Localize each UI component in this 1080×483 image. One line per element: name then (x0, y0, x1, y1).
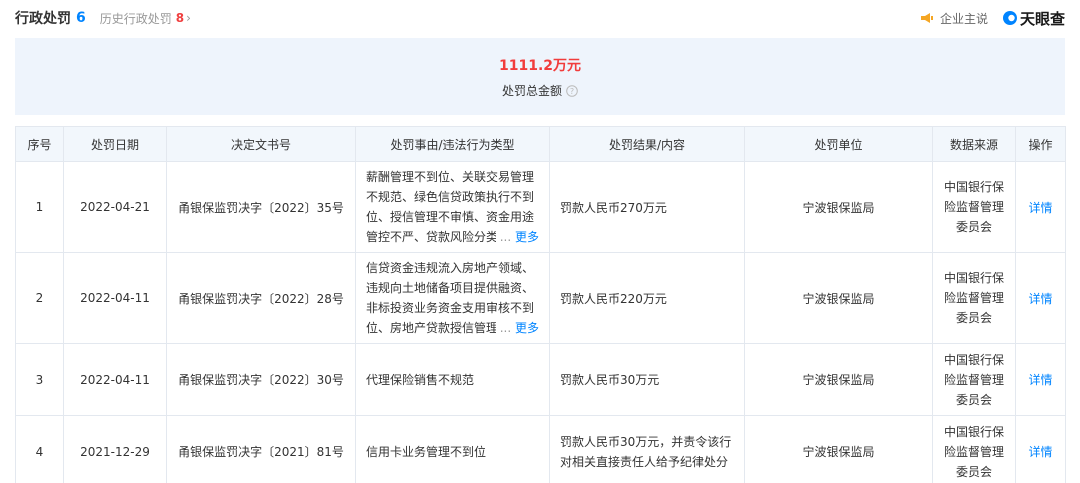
col-header-date: 处罚日期 (63, 126, 167, 162)
megaphone-icon (920, 13, 933, 23)
chevron-right-icon: › (186, 11, 191, 25)
row-index: 1 (15, 161, 64, 253)
brand-label: 天眼查 (1019, 9, 1065, 28)
row-index: 2 (15, 252, 64, 344)
col-header-reason: 处罚事由/违法行为类型 (355, 126, 550, 162)
row-index: 4 (15, 415, 64, 483)
row-result: 罚款人民币220万元 (549, 252, 745, 344)
section-title: 行政处罚 (15, 11, 71, 27)
row-unit: 宁波银保监局 (744, 343, 933, 416)
row-source: 中国银行保险监督管理委员会 (932, 415, 1016, 483)
section-header: 行政处罚 6 历史行政处罚 8 › 企业主说 天眼查 (15, 0, 1065, 36)
history-count: 8 (175, 11, 185, 25)
svg-text:?: ? (570, 87, 574, 96)
row-unit: 宁波银保监局 (744, 161, 933, 253)
penalty-summary: 1111.2万元 处罚总金额 ? (15, 38, 1065, 115)
question-circle-icon[interactable]: ? (566, 84, 578, 97)
table-row: 3 2022-04-11 甬银保监罚决字〔2022〕30号 代理保险销售不规范 … (15, 343, 1066, 416)
row-reason-more-link[interactable]: 更多 (515, 230, 539, 244)
row-date: 2022-04-21 (63, 161, 167, 253)
tianyancha-logo: 天眼查 (1002, 8, 1065, 29)
row-result: 罚款人民币30万元 (549, 343, 745, 416)
row-reason-ellipsis: ... (499, 321, 512, 335)
row-detail-cell: 详情 (1015, 343, 1066, 416)
row-date: 2022-04-11 (63, 343, 167, 416)
table-row: 2 2022-04-11 甬银保监罚决字〔2022〕28号 信贷资金违规流入房地… (15, 252, 1066, 344)
col-header-action: 操作 (1015, 126, 1066, 162)
history-penalties-link[interactable]: 历史行政处罚 8 › (100, 10, 191, 27)
row-detail-link[interactable]: 详情 (1028, 292, 1052, 306)
row-reason: 信贷资金违规流入房地产领域、违规向土地储备项目提供融资、非标投资业务资金支用审核… (355, 252, 550, 344)
table-row: 1 2022-04-21 甬银保监罚决字〔2022〕35号 薪酬管理不到位、关联… (15, 161, 1066, 253)
row-doc: 甬银保监罚决字〔2022〕28号 (166, 252, 356, 344)
section-count: 6 (76, 10, 86, 26)
col-header-source: 数据来源 (932, 126, 1016, 162)
row-date: 2022-04-11 (63, 252, 167, 344)
row-unit: 宁波银保监局 (744, 415, 933, 483)
row-doc: 甬银保监罚决字〔2022〕30号 (166, 343, 356, 416)
row-detail-cell: 详情 (1015, 415, 1066, 483)
penalty-table: 序号 处罚日期 决定文书号 处罚事由/违法行为类型 处罚结果/内容 处罚单位 数… (15, 126, 1066, 483)
row-source: 中国银行保险监督管理委员会 (932, 252, 1016, 344)
row-index: 3 (15, 343, 64, 416)
col-header-doc: 决定文书号 (166, 126, 356, 162)
table-header-row: 序号 处罚日期 决定文书号 处罚事由/违法行为类型 处罚结果/内容 处罚单位 数… (15, 126, 1066, 162)
row-reason-ellipsis: ... (499, 230, 512, 244)
company-claim-button[interactable]: 企业主说 (920, 10, 988, 27)
row-detail-link[interactable]: 详情 (1028, 445, 1052, 459)
row-detail-link[interactable]: 详情 (1028, 201, 1052, 215)
row-reason-more-link[interactable]: 更多 (515, 321, 539, 335)
row-source: 中国银行保险监督管理委员会 (932, 343, 1016, 416)
row-source: 中国银行保险监督管理委员会 (932, 161, 1016, 253)
total-amount-label: 处罚总金额 (501, 84, 562, 98)
col-header-index: 序号 (15, 126, 64, 162)
row-reason: 薪酬管理不到位、关联交易管理不规范、绿色信贷政策执行不到位、授信管理不审慎、资金… (355, 161, 550, 253)
row-detail-cell: 详情 (1015, 252, 1066, 344)
row-reason: 代理保险销售不规范 (355, 343, 550, 416)
history-label: 历史行政处罚 (99, 11, 172, 26)
col-header-result: 处罚结果/内容 (549, 126, 745, 162)
tianyancha-logo-icon (1002, 11, 1017, 25)
row-detail-link[interactable]: 详情 (1028, 373, 1052, 387)
row-detail-cell: 详情 (1015, 161, 1066, 253)
row-result: 罚款人民币270万元 (549, 161, 745, 253)
company-claim-label: 企业主说 (939, 11, 988, 26)
total-amount-label-row: 处罚总金额 ? (15, 82, 1065, 99)
row-unit: 宁波银保监局 (744, 252, 933, 344)
table-row: 4 2021-12-29 甬银保监罚决字〔2021〕81号 信用卡业务管理不到位… (15, 415, 1066, 483)
row-reason: 信用卡业务管理不到位 (355, 415, 550, 483)
row-doc: 甬银保监罚决字〔2022〕35号 (166, 161, 356, 253)
row-result: 罚款人民币30万元，并责令该行对相关直接责任人给予纪律处分 (549, 415, 745, 483)
total-amount: 1111.2万元 (498, 58, 582, 74)
col-header-unit: 处罚单位 (744, 126, 933, 162)
row-date: 2021-12-29 (63, 415, 167, 483)
row-doc: 甬银保监罚决字〔2021〕81号 (166, 415, 356, 483)
